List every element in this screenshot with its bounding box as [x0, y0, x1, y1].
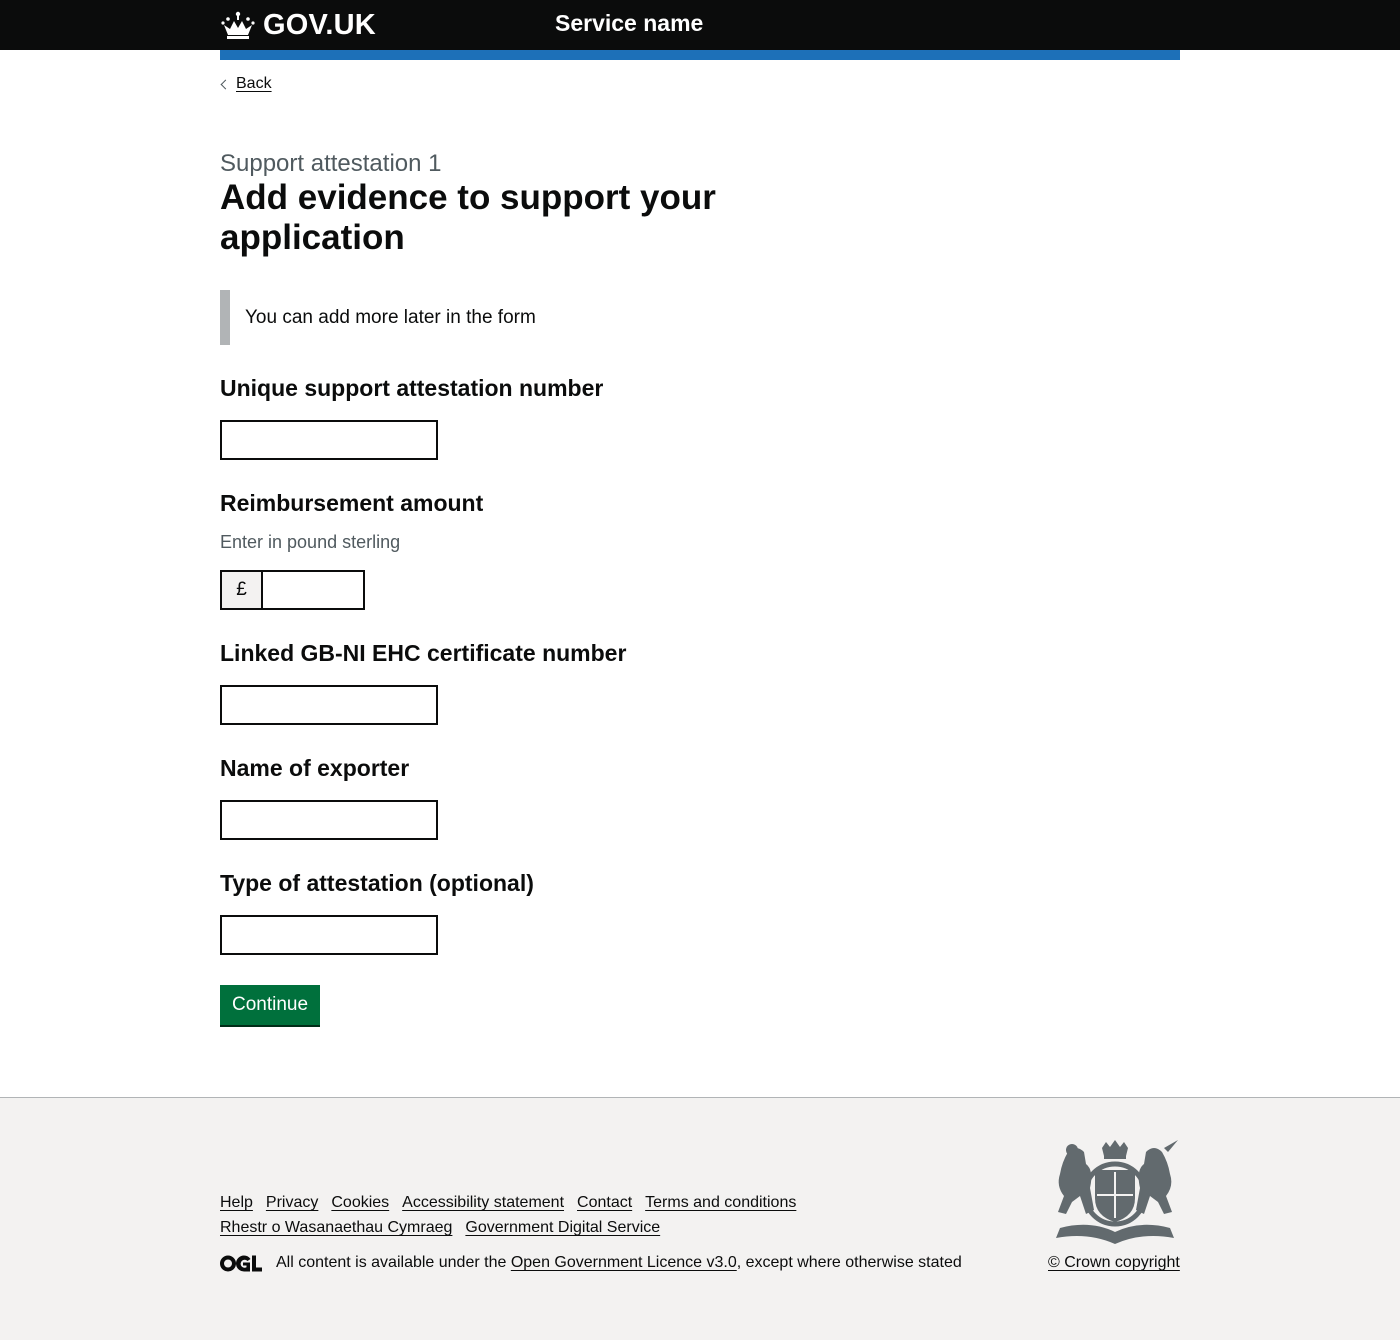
attestation-number-input[interactable] — [220, 420, 438, 460]
inset-text: You can add more later in the form — [220, 290, 536, 345]
licence-link[interactable]: Open Government Licence v3.0 — [511, 1254, 737, 1272]
crown-copyright-link[interactable]: © Crown copyright — [1048, 1254, 1180, 1272]
service-name-link[interactable]: Service name — [555, 10, 703, 37]
continue-button[interactable]: Continue — [220, 985, 320, 1025]
ogl-logo-icon — [220, 1255, 262, 1271]
footer-link-help[interactable]: Help — [220, 1194, 253, 1211]
licence-row: All content is available under the Open … — [220, 1254, 962, 1272]
footer-link-terms[interactable]: Terms and conditions — [645, 1194, 796, 1211]
footer-link-gds[interactable]: Government Digital Service — [465, 1219, 660, 1236]
inset-text-content: You can add more later in the form — [245, 306, 536, 328]
licence-suffix: , except where otherwise stated — [736, 1254, 962, 1271]
govuk-header: GOV.UK Service name — [0, 0, 1400, 50]
exporter-name-label: Name of exporter — [220, 755, 410, 781]
attestation-type-label: Type of attestation (optional) — [220, 870, 534, 896]
header-accent-bar — [220, 50, 1180, 60]
reimbursement-amount-wrapper: £ — [220, 570, 365, 610]
royal-coat-of-arms-icon — [1056, 1140, 1178, 1244]
footer-links: Help Privacy Cookies Accessibility statemen… — [220, 1190, 840, 1240]
crown-icon — [221, 11, 255, 39]
reimbursement-amount-hint: Enter in pound sterling — [220, 532, 401, 552]
attestation-type-input[interactable] — [220, 915, 438, 955]
attestation-number-label: Unique support attestation number — [220, 375, 604, 401]
certificate-number-label: Linked GB-NI EHC certificate number — [220, 640, 627, 666]
govuk-logo-text: GOV.UK — [263, 8, 376, 41]
pound-prefix: £ — [220, 570, 261, 610]
reimbursement-amount-label: Reimbursement amount — [220, 490, 484, 516]
certificate-number-input[interactable] — [220, 685, 438, 725]
page-caption: Support attestation 1 — [220, 150, 442, 177]
licence-prefix: All content is available under the — [276, 1254, 507, 1271]
exporter-name-input[interactable] — [220, 800, 438, 840]
govuk-logo-link[interactable]: GOV.UK — [220, 9, 376, 41]
footer-link-cookies[interactable]: Cookies — [331, 1194, 389, 1211]
footer-link-privacy[interactable]: Privacy — [266, 1194, 318, 1211]
page-title: Add evidence to support your application — [220, 178, 716, 257]
footer-link-accessibility[interactable]: Accessibility statement — [402, 1194, 564, 1211]
footer-link-welsh-services[interactable]: Rhestr o Wasanaethau Cymraeg — [220, 1219, 452, 1236]
reimbursement-amount-input[interactable] — [261, 570, 365, 610]
chevron-left-icon — [220, 79, 231, 89]
govuk-footer: Help Privacy Cookies Accessibility statemen… — [0, 1097, 1400, 1340]
back-link[interactable]: Back — [220, 75, 272, 93]
footer-link-contact[interactable]: Contact — [577, 1194, 632, 1211]
back-link-label: Back — [236, 75, 272, 92]
